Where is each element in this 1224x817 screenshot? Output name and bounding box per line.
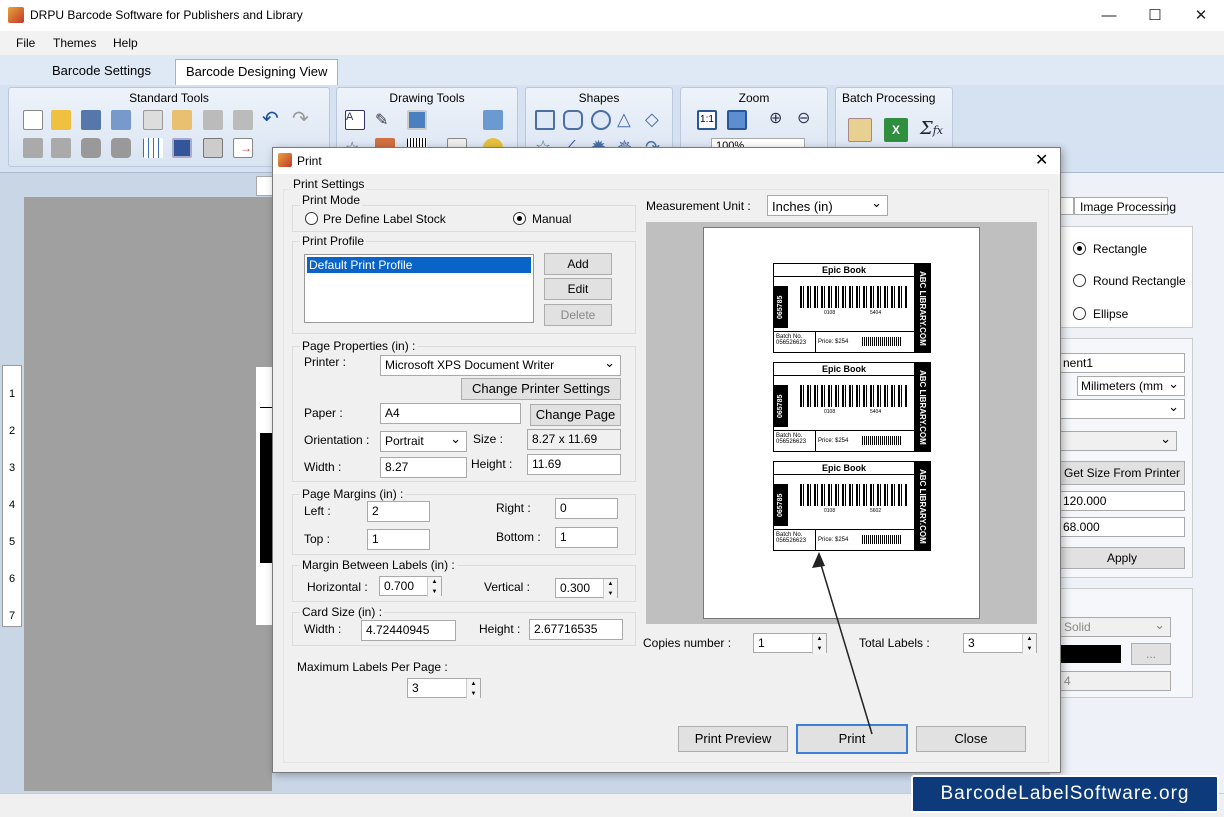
window-title: DRPU Barcode Software for Publishers and… [30, 8, 303, 22]
maximize-icon[interactable]: ☐ [1132, 0, 1178, 31]
label-ellipse: Ellipse [1093, 307, 1129, 321]
actual-size-icon[interactable]: 1:1 [697, 110, 717, 130]
export-icon[interactable]: → [233, 138, 253, 158]
properties-panel: d Image Processing Rectangle Round Recta… [1050, 173, 1224, 793]
redo-icon[interactable]: ↷ [292, 109, 312, 130]
new-icon[interactable] [23, 110, 43, 130]
delete-icon[interactable] [233, 110, 253, 130]
fit-to-window-icon[interactable] [727, 110, 747, 130]
apply-button[interactable]: Apply [1059, 547, 1185, 569]
ruler-mark: 4 [9, 499, 16, 511]
menu-bar: File Themes Help [0, 31, 1224, 55]
get-size-from-printer-button[interactable]: Get Size From Printer [1059, 461, 1185, 485]
close-icon[interactable]: ✕ [1178, 0, 1224, 31]
print-icon[interactable] [203, 138, 223, 158]
ungroup-icon[interactable] [51, 138, 71, 158]
pen-tool-icon[interactable]: ✎ [375, 110, 395, 130]
tab-image-processing[interactable]: Image Processing [1074, 197, 1176, 215]
print-dialog: Print ✕ Print Settings Print Mode Pre De… [272, 147, 1061, 773]
unit-select[interactable]: Milimeters (mm [1077, 376, 1185, 396]
group-title: Batch Processing [842, 91, 936, 105]
rectangle-icon[interactable] [535, 110, 555, 130]
title-bar: DRPU Barcode Software for Publishers and… [0, 0, 1224, 31]
border-width-field[interactable]: 4 [1059, 671, 1171, 691]
ruler-mark: 6 [9, 573, 16, 585]
size-preset-select[interactable] [1059, 399, 1185, 419]
menu-themes[interactable]: Themes [53, 36, 96, 50]
undo-icon[interactable]: ↶ [262, 109, 282, 130]
tab-barcode-designing-view[interactable]: Barcode Designing View [175, 59, 339, 85]
save-as-icon[interactable] [111, 110, 131, 130]
radio-rectangle[interactable] [1073, 242, 1086, 255]
app-icon [8, 7, 24, 23]
ellipse-icon[interactable] [591, 110, 611, 130]
ruler-mark: 2 [9, 425, 16, 437]
ruler-mark: 5 [9, 536, 16, 548]
shape-height-field[interactable]: 68.000 [1059, 517, 1185, 537]
tab-barcode-settings[interactable]: Barcode Settings [42, 59, 161, 85]
grid-icon[interactable] [143, 138, 163, 158]
annotation-arrow [812, 552, 873, 735]
unlock-icon[interactable] [111, 138, 131, 158]
batch-edit-icon[interactable] [848, 118, 872, 142]
copy-icon[interactable] [143, 110, 163, 130]
formula-icon[interactable]: Σfx [920, 118, 946, 142]
paper-select[interactable] [1059, 431, 1177, 451]
radio-ellipse[interactable] [1073, 307, 1086, 320]
group-title: Standard Tools [129, 91, 209, 105]
design-canvas[interactable] [24, 197, 272, 791]
group-title: Shapes [578, 91, 620, 105]
image-library-icon[interactable] [483, 110, 503, 130]
group-title: Zoom [738, 91, 770, 105]
shape-type-box: Rectangle Round Rectangle Ellipse [1058, 226, 1193, 328]
menu-help[interactable]: Help [113, 36, 138, 50]
save-icon[interactable] [81, 110, 101, 130]
border-color-swatch[interactable] [1059, 645, 1121, 663]
ruler-mark: 1 [9, 388, 16, 400]
minimize-icon[interactable]: — [1086, 0, 1132, 31]
ruler-mark: 7 [9, 610, 16, 622]
label-round-rectangle: Round Rectangle [1093, 274, 1186, 288]
shape-width-field[interactable]: 120.000 [1059, 491, 1185, 511]
border-style-select[interactable]: Solid [1059, 617, 1171, 637]
open-icon[interactable] [51, 110, 71, 130]
picture-tool-icon[interactable] [407, 110, 427, 130]
diamond-icon[interactable]: ◇ [645, 110, 665, 130]
label-rectangle: Rectangle [1093, 242, 1148, 256]
menu-file[interactable]: File [16, 36, 35, 50]
round-rectangle-icon[interactable] [563, 110, 583, 130]
ruler-mark: 3 [9, 462, 16, 474]
border-color-button[interactable]: ... [1131, 643, 1171, 665]
border-settings-box: Solid ... 4 [1058, 588, 1193, 698]
group-title: Drawing Tools [389, 91, 465, 105]
group-icon[interactable] [23, 138, 43, 158]
site-watermark: BarcodeLabelSoftware.org [911, 775, 1219, 813]
main-tabs: Barcode Settings Barcode Designing View [0, 55, 1224, 85]
print-preview-icon[interactable] [172, 138, 192, 158]
text-tool-icon[interactable]: A [345, 110, 365, 130]
size-settings-box: nent1 Milimeters (mm Get Size From Print… [1058, 338, 1193, 578]
paste-icon[interactable] [172, 110, 192, 130]
zoom-out-icon[interactable]: ⊖ [797, 108, 817, 128]
vertical-ruler: 1 2 3 4 5 6 7 [2, 365, 22, 627]
lock-icon[interactable] [81, 138, 101, 158]
excel-import-icon[interactable]: X [884, 118, 908, 142]
object-name-field[interactable]: nent1 [1059, 353, 1185, 373]
cut-icon[interactable] [203, 110, 223, 130]
triangle-icon[interactable]: △ [617, 110, 637, 130]
zoom-in-icon[interactable]: ⊕ [769, 108, 789, 128]
radio-round-rectangle[interactable] [1073, 274, 1086, 287]
